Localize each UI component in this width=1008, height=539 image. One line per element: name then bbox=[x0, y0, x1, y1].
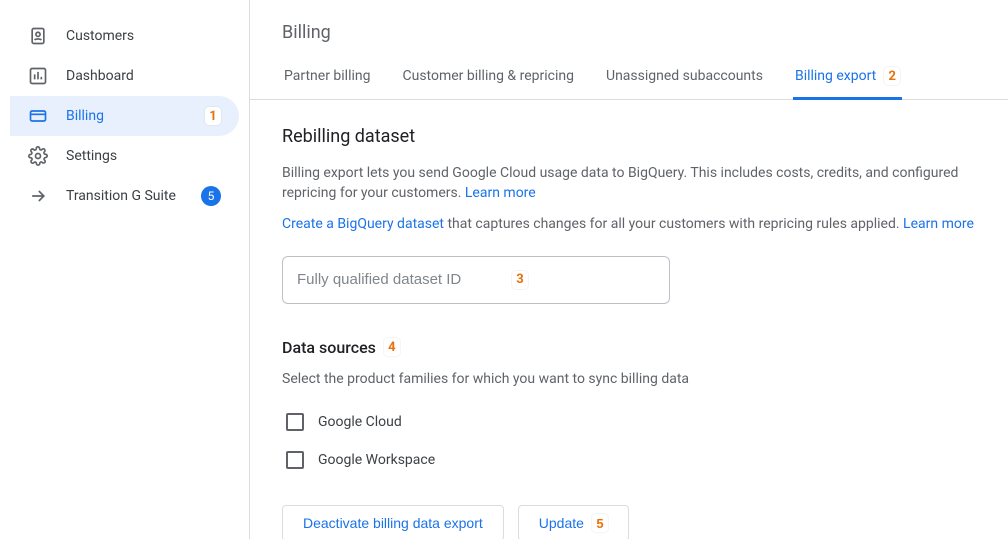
sidebar-item-label: Settings bbox=[66, 148, 221, 164]
transition-badge: 5 bbox=[201, 186, 221, 206]
learn-more-link-1[interactable]: Learn more bbox=[465, 185, 536, 201]
button-row: Deactivate billing data export Update 5 bbox=[282, 505, 1008, 539]
arrow-right-icon bbox=[28, 186, 48, 206]
datasource-option-google-cloud[interactable]: Google Cloud bbox=[282, 403, 1008, 441]
tab-label: Billing export bbox=[795, 68, 876, 84]
tab-label: Customer billing & repricing bbox=[402, 68, 574, 84]
checkbox[interactable] bbox=[286, 413, 304, 431]
sidebar: Customers Dashboard Billing 1 bbox=[0, 0, 250, 539]
button-label: Update bbox=[539, 515, 584, 531]
page-title: Billing bbox=[282, 22, 1008, 43]
create-bigquery-link[interactable]: Create a BigQuery dataset bbox=[282, 216, 444, 232]
callout-1: 1 bbox=[205, 107, 221, 125]
app-root: Customers Dashboard Billing 1 bbox=[0, 0, 1008, 539]
sidebar-item-label: Billing bbox=[66, 108, 197, 124]
customers-icon bbox=[28, 26, 48, 46]
main-area: Billing Partner billing Customer billing… bbox=[250, 0, 1008, 539]
rebilling-desc-text: Billing export lets you send Google Clou… bbox=[282, 165, 958, 201]
rebilling-create-rest: that captures changes for all your custo… bbox=[444, 216, 903, 232]
callout-4: 4 bbox=[384, 338, 400, 356]
tab-label: Unassigned subaccounts bbox=[606, 68, 763, 84]
tab-label: Partner billing bbox=[284, 68, 370, 84]
sidebar-item-customers[interactable]: Customers bbox=[10, 16, 239, 56]
rebilling-desc: Billing export lets you send Google Clou… bbox=[282, 163, 1002, 204]
settings-icon bbox=[28, 146, 48, 166]
sidebar-item-dashboard[interactable]: Dashboard bbox=[10, 56, 239, 96]
dashboard-icon bbox=[28, 66, 48, 86]
dataset-id-input[interactable] bbox=[282, 256, 670, 304]
tab-billing-export[interactable]: Billing export 2 bbox=[793, 59, 902, 100]
checkbox-label: Google Workspace bbox=[318, 452, 435, 468]
checkbox[interactable] bbox=[286, 451, 304, 469]
callout-3: 3 bbox=[512, 271, 528, 289]
update-button[interactable]: Update 5 bbox=[518, 505, 629, 539]
datasource-option-google-workspace[interactable]: Google Workspace bbox=[282, 441, 1008, 479]
dataset-id-row: 3 bbox=[282, 256, 1008, 304]
rebilling-create-line: Create a BigQuery dataset that captures … bbox=[282, 214, 1002, 234]
sidebar-item-transition[interactable]: Transition G Suite 5 bbox=[10, 176, 239, 216]
datasources-subtext: Select the product families for which yo… bbox=[282, 369, 1002, 389]
sidebar-item-label: Customers bbox=[66, 28, 221, 44]
button-label: Deactivate billing data export bbox=[303, 515, 483, 531]
learn-more-link-2[interactable]: Learn more bbox=[903, 216, 974, 232]
billing-icon bbox=[28, 106, 48, 126]
sidebar-item-label: Dashboard bbox=[66, 68, 221, 84]
deactivate-button[interactable]: Deactivate billing data export bbox=[282, 505, 504, 539]
callout-5: 5 bbox=[592, 514, 608, 532]
rebilling-heading: Rebilling dataset bbox=[282, 126, 1008, 147]
datasources-heading-row: Data sources 4 bbox=[282, 338, 1008, 357]
tab-partner-billing[interactable]: Partner billing bbox=[282, 59, 372, 100]
tab-customer-billing[interactable]: Customer billing & repricing bbox=[400, 59, 576, 100]
tab-unassigned-subaccounts[interactable]: Unassigned subaccounts bbox=[604, 59, 765, 100]
callout-2: 2 bbox=[884, 67, 900, 85]
datasources-heading: Data sources bbox=[282, 338, 376, 357]
checkbox-label: Google Cloud bbox=[318, 414, 402, 430]
sidebar-item-label: Transition G Suite bbox=[66, 188, 195, 204]
sidebar-item-billing[interactable]: Billing 1 bbox=[10, 96, 239, 136]
tabs: Partner billing Customer billing & repri… bbox=[250, 59, 1008, 100]
sidebar-item-settings[interactable]: Settings bbox=[10, 136, 239, 176]
